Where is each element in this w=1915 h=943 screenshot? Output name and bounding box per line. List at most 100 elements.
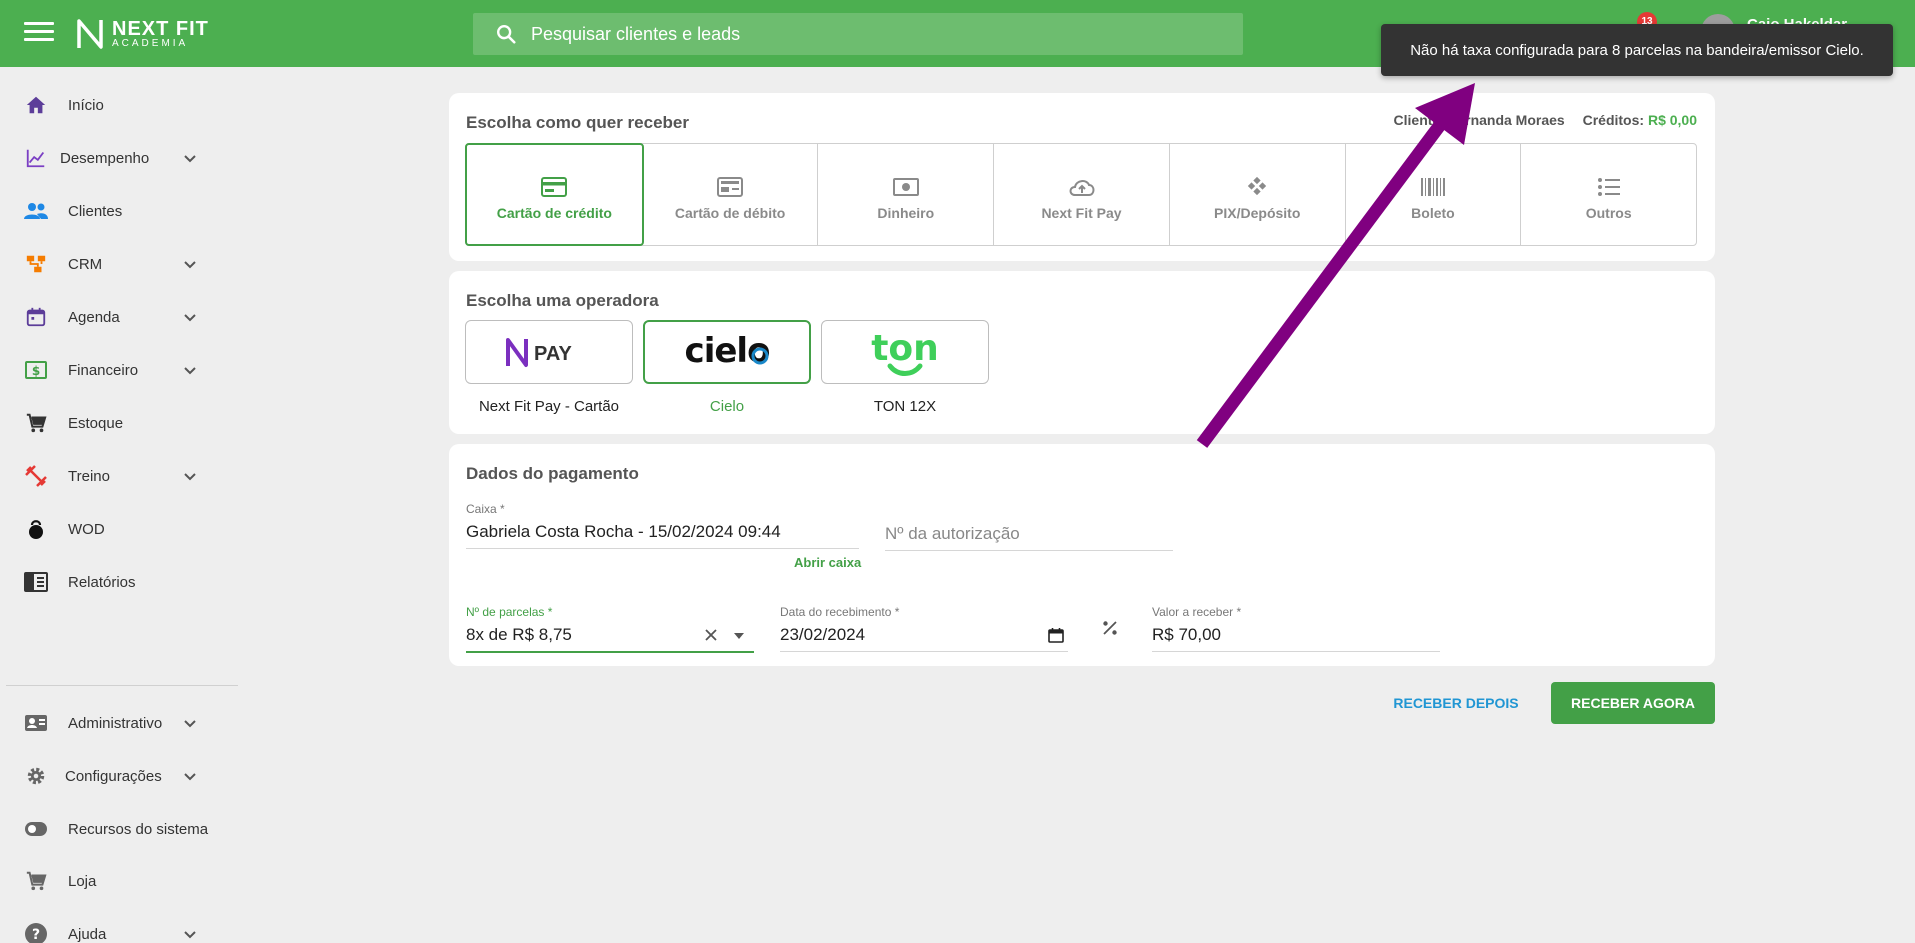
sidebar-item-inicio[interactable]: Início: [0, 80, 240, 130]
next-fit-logo-icon: [77, 19, 103, 49]
sidebar-item-administrativo[interactable]: Administrativo: [0, 698, 240, 748]
ton-logo-icon: ton: [871, 328, 939, 376]
debit-card-icon: [717, 169, 744, 197]
operator-next-fit-pay[interactable]: PAY Next Fit Pay - Cartão: [465, 320, 633, 415]
report-icon: [23, 569, 49, 595]
caixa-label: Caixa *: [466, 502, 505, 516]
logo-main-text: NEXT FIT: [112, 18, 209, 40]
credits-label: Créditos:: [1582, 112, 1645, 128]
operator-label: Cielo: [709, 398, 745, 415]
nfpay-logo-icon: PAY: [506, 338, 572, 367]
sidebar-item-label: Administrativo: [68, 714, 163, 732]
data-recebimento-field[interactable]: Data do recebimento * 23/02/2024: [780, 605, 1068, 652]
operator-cielo[interactable]: cielo Cielo: [643, 320, 811, 415]
chevron-down-icon[interactable]: [182, 715, 198, 731]
calendar-icon: [23, 304, 49, 330]
chevron-down-icon[interactable]: [182, 468, 198, 484]
method-debit-card[interactable]: Cartão de débito: [643, 144, 819, 245]
payment-methods: Cartão de crédito Cartão de débito Dinhe…: [465, 143, 1697, 246]
receive-method-title: Escolha como quer receber: [466, 113, 689, 132]
method-outros[interactable]: Outros: [1521, 144, 1696, 245]
operator-label: Next Fit Pay - Cartão: [478, 398, 620, 415]
parcelas-value[interactable]: 8x de R$ 8,75: [466, 625, 572, 644]
sidebar-item-desempenho[interactable]: Desempenho: [0, 133, 240, 183]
receive-method-card: Escolha como quer receber Cliente: Ferna…: [449, 93, 1715, 261]
method-label: Dinheiro: [877, 204, 935, 221]
sidebar-item-label: Desempenho: [60, 149, 150, 167]
sidebar-item-clientes[interactable]: Clientes: [0, 186, 240, 236]
chevron-down-icon[interactable]: [182, 150, 198, 166]
sidebar-item-treino[interactable]: Treino: [0, 451, 240, 501]
method-pix[interactable]: PIX/Depósito: [1170, 144, 1346, 245]
chevron-down-icon[interactable]: [182, 926, 198, 942]
close-icon[interactable]: [704, 628, 718, 642]
help-icon: ?: [23, 921, 49, 943]
chevron-down-icon[interactable]: [182, 309, 198, 325]
abrir-caixa-link[interactable]: Abrir caixa: [794, 555, 861, 570]
sidebar-item-relatorios[interactable]: Relatórios: [0, 557, 240, 607]
hamburger-menu-icon[interactable]: [24, 22, 54, 46]
client-label: Cliente:: [1393, 112, 1445, 128]
operator-logo-box[interactable]: ton: [821, 320, 989, 384]
valor-receber-field[interactable]: Valor a receber * R$ 70,00: [1152, 605, 1440, 652]
people-icon: [23, 198, 49, 224]
chevron-down-icon[interactable]: [182, 768, 198, 784]
sidebar-item-agenda[interactable]: Agenda: [0, 292, 240, 342]
payment-details-title: Dados do pagamento: [466, 464, 639, 483]
percent-toggle-icon[interactable]: [1101, 619, 1119, 637]
parcelas-field[interactable]: Nº de parcelas * 8x de R$ 8,75: [466, 605, 754, 653]
chevron-down-icon[interactable]: [182, 256, 198, 272]
operator-logo-box[interactable]: cielo: [643, 320, 811, 384]
client-name: Fernanda Moraes: [1448, 112, 1565, 128]
calendar-icon[interactable]: [1048, 627, 1064, 643]
svg-text:?: ?: [32, 927, 40, 943]
pix-icon: [1245, 169, 1269, 197]
data-recebimento-value[interactable]: 23/02/2024: [780, 625, 865, 644]
sidebar-item-configuracoes[interactable]: Configurações: [0, 751, 240, 801]
method-cash[interactable]: Dinheiro: [818, 144, 995, 245]
operator-ton[interactable]: ton TON 12X: [821, 320, 989, 415]
cart-icon: [23, 410, 49, 436]
app-logo[interactable]: NEXT FIT ACADEMIA: [76, 18, 209, 50]
sidebar-item-crm[interactable]: CRM: [0, 239, 240, 289]
method-label: Boleto: [1411, 204, 1455, 221]
sidebar-item-recursos[interactable]: Recursos do sistema: [0, 804, 240, 854]
cloud-upload-icon: [1068, 169, 1096, 197]
search-bar[interactable]: [473, 13, 1243, 55]
receber-depois-button[interactable]: RECEBER DEPOIS: [1381, 682, 1531, 724]
money-icon: $: [23, 357, 49, 383]
nfpay-logo-text: PAY: [534, 343, 572, 365]
method-boleto[interactable]: Boleto: [1346, 144, 1522, 245]
sidebar-item-ajuda[interactable]: ? Ajuda: [0, 909, 240, 943]
search-input[interactable]: [531, 23, 1181, 45]
method-label: Outros: [1585, 204, 1632, 221]
credit-card-icon: [541, 169, 568, 197]
sidebar-item-label: Agenda: [68, 308, 120, 326]
sidebar-item-label: Início: [68, 96, 104, 114]
chevron-down-icon[interactable]: [182, 362, 198, 378]
method-next-fit-pay[interactable]: Next Fit Pay: [994, 144, 1170, 245]
receber-agora-button[interactable]: RECEBER AGORA: [1551, 682, 1715, 724]
caixa-field[interactable]: Caixa * Gabriela Costa Rocha - 15/02/202…: [466, 502, 859, 549]
sidebar-item-wod[interactable]: WOD: [0, 504, 240, 554]
client-info: Cliente: Fernanda Moraes Créditos: R$ 0,…: [1394, 112, 1697, 128]
sidebar-item-label: Configurações: [65, 767, 162, 785]
sidebar-divider: [6, 685, 238, 686]
auth-number-field[interactable]: [885, 524, 1173, 551]
crm-icon: [23, 251, 49, 277]
operator-logo-box[interactable]: PAY: [465, 320, 633, 384]
caixa-value[interactable]: Gabriela Costa Rocha - 15/02/2024 09:44: [466, 522, 859, 549]
sidebar-item-label: WOD: [68, 520, 105, 538]
sidebar-item-label: Treino: [68, 467, 110, 485]
sidebar-item-label: Estoque: [68, 414, 124, 432]
sidebar-item-financeiro[interactable]: $ Financeiro: [0, 345, 240, 395]
auth-number-input[interactable]: [885, 524, 1173, 544]
valor-receber-label: Valor a receber *: [1152, 605, 1242, 619]
dropdown-arrow-icon[interactable]: [733, 632, 745, 640]
valor-receber-value[interactable]: R$ 70,00: [1152, 625, 1440, 652]
sidebar-item-estoque[interactable]: Estoque: [0, 398, 240, 448]
method-credit-card[interactable]: Cartão de crédito: [465, 143, 644, 246]
sidebar-item-loja[interactable]: Loja: [0, 856, 240, 906]
search-icon: [497, 25, 516, 44]
operator-list: PAY Next Fit Pay - Cartão cielo Cielo to…: [465, 320, 999, 415]
